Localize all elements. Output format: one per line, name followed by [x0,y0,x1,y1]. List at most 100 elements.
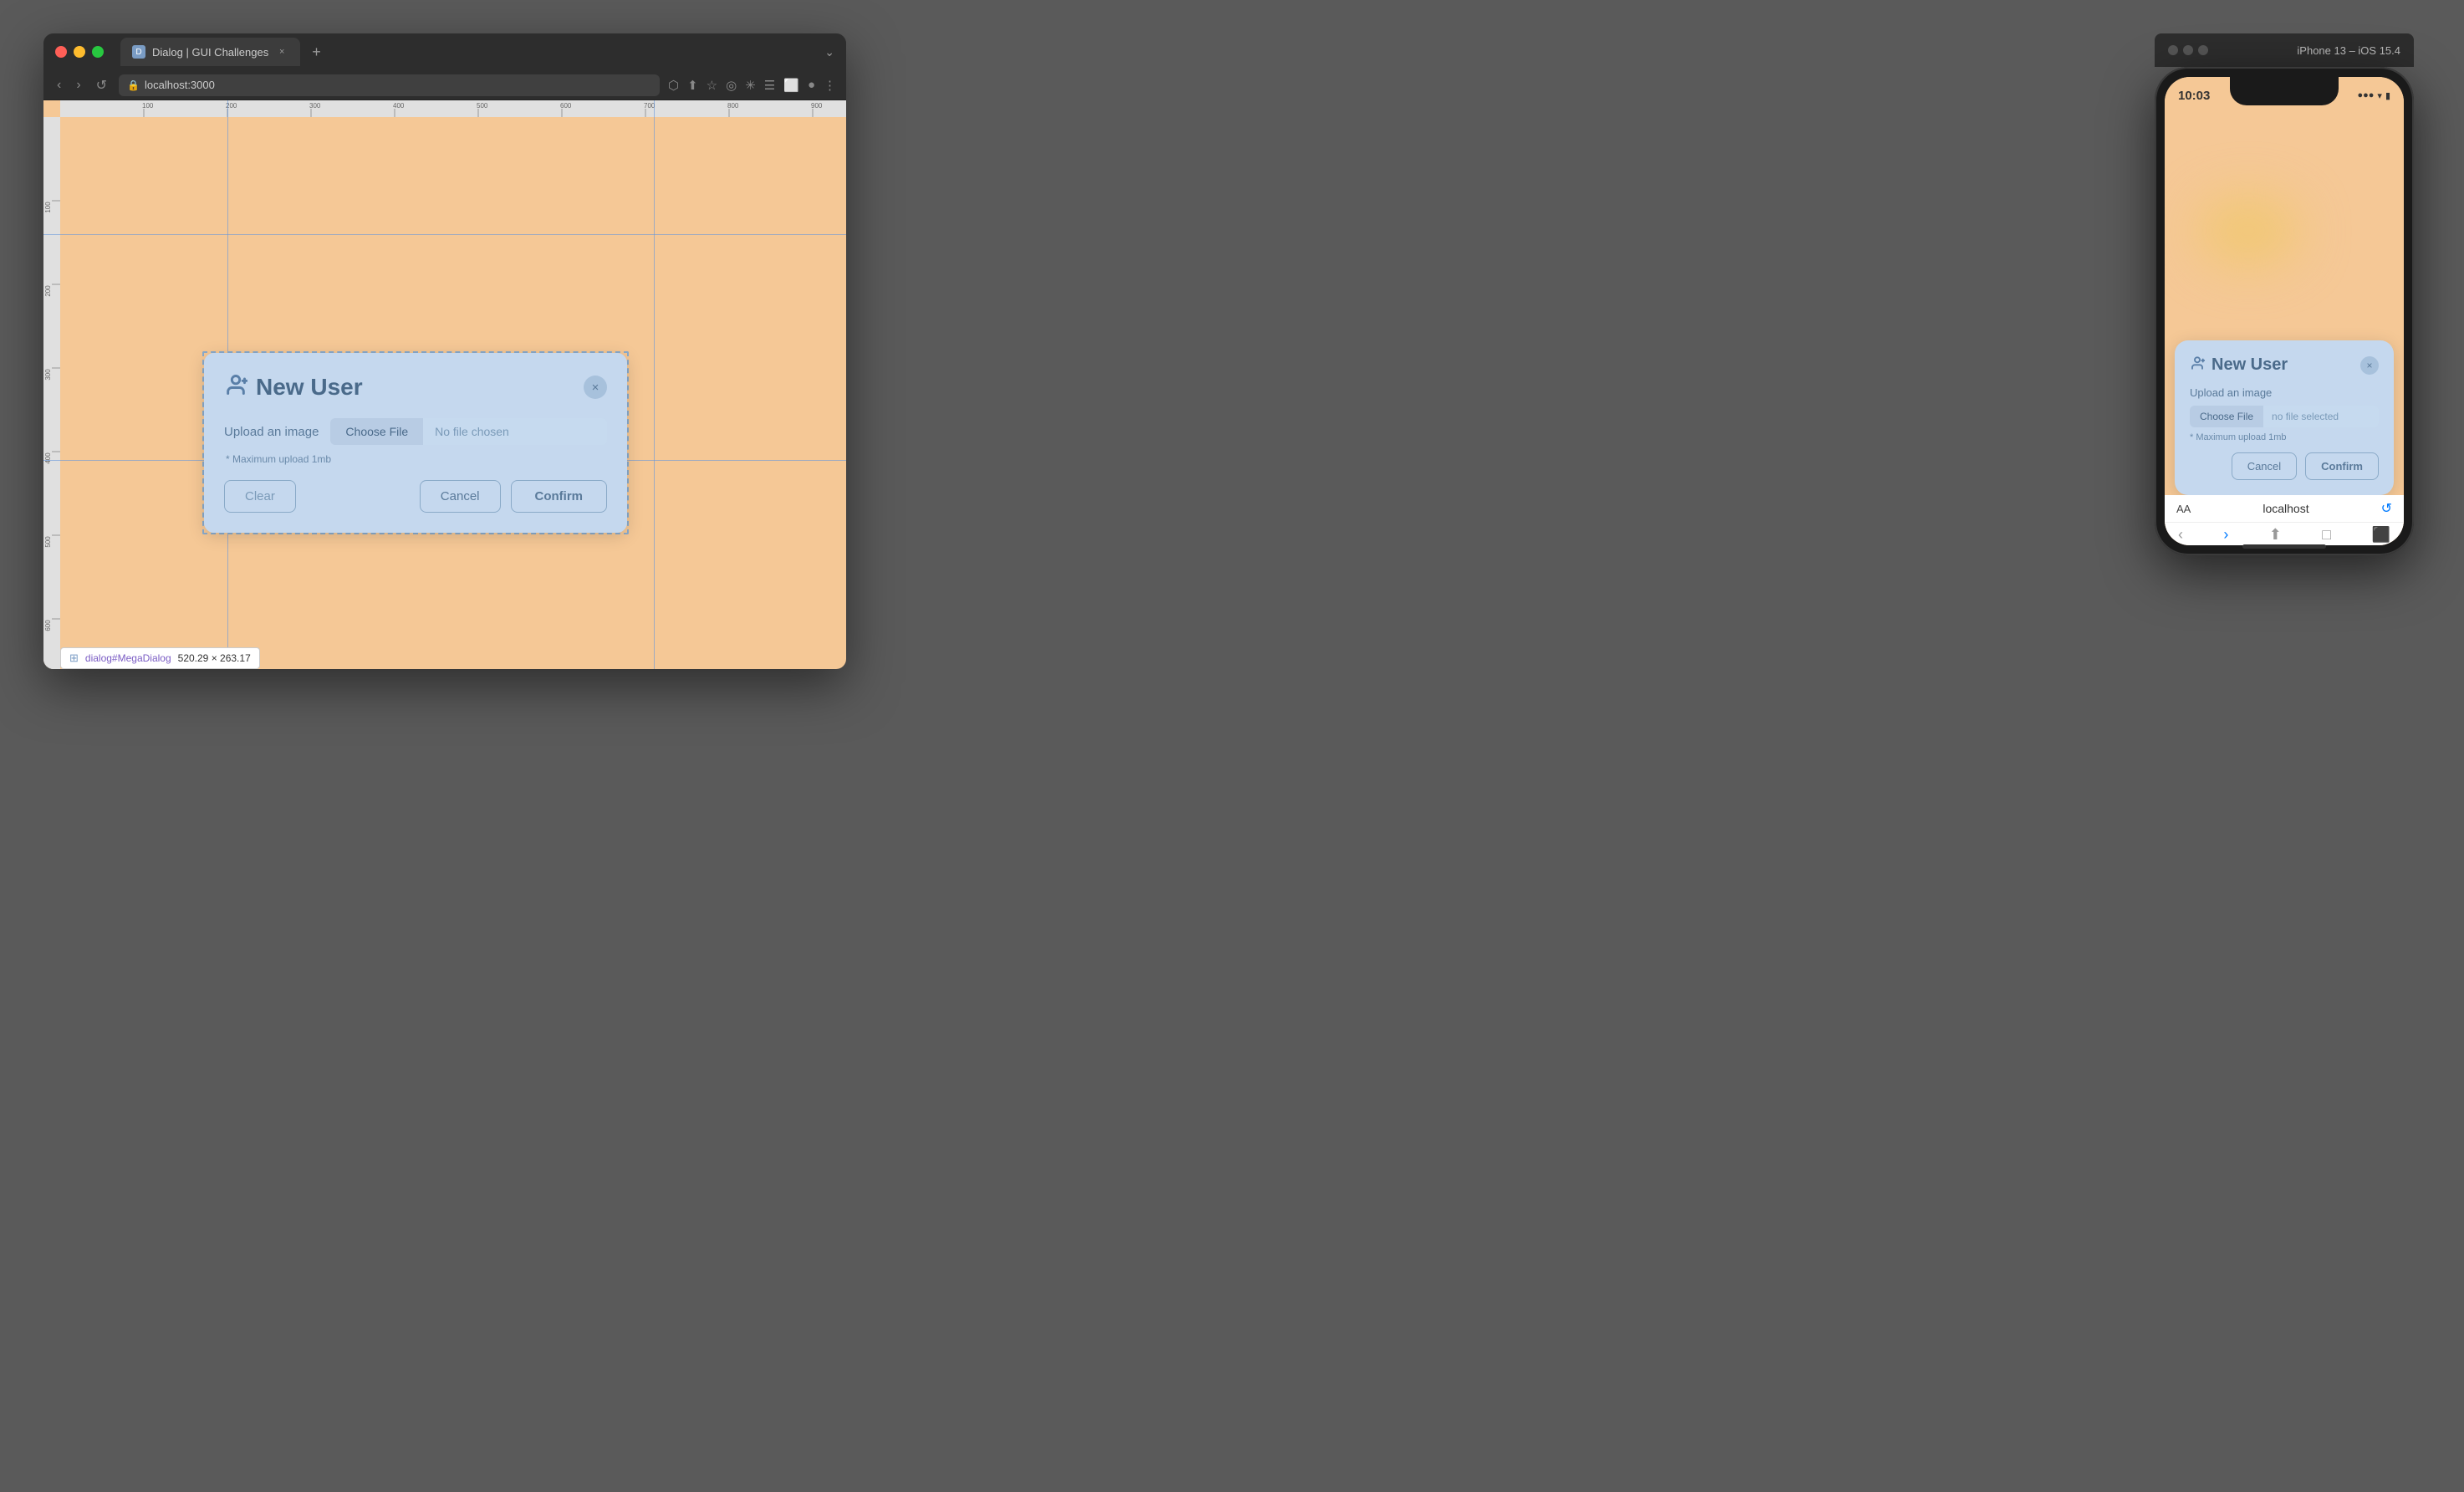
iphone-notch [2230,77,2339,105]
svg-text:500: 500 [477,102,488,110]
confirm-button[interactable]: Confirm [511,480,608,513]
list-icon[interactable]: ☰ [764,78,775,93]
dialog-header: New User × [224,373,607,401]
tab-close-button[interactable]: × [275,45,288,59]
svg-text:100: 100 [142,102,154,110]
iphone-upload-label: Upload an image [2190,386,2379,399]
svg-text:200: 200 [44,285,52,297]
guide-horizontal-top [43,234,846,235]
browser-window: D Dialog | GUI Challenges × + ⌄ ‹ › ↺ 🔒 … [43,33,846,669]
svg-text:600: 600 [560,102,572,110]
iphone-back-button[interactable]: ‹ [2178,526,2183,544]
iphone-user-add-icon [2190,355,2205,375]
iphone-file-input-group: Choose File no file selected [2190,406,2379,427]
dialog-body: Upload an image Choose File No file chos… [224,418,607,465]
svg-text:600: 600 [44,620,52,631]
svg-text:500: 500 [44,536,52,548]
toolbar-icons: ⬡ ⬆ ☆ ◎ ✳ ☰ ⬜ ● ⋮ [668,78,836,93]
iphone-choose-file-button[interactable]: Choose File [2190,406,2263,427]
choose-file-button[interactable]: Choose File [330,418,423,445]
browser-tab[interactable]: D Dialog | GUI Challenges × [120,38,300,66]
svg-text:900: 900 [811,102,823,110]
iphone-container: iPhone 13 – iOS 15.4 10:03 ●●● ▾ ▮ [2155,33,2414,636]
svg-text:400: 400 [393,102,405,110]
iphone-titlebar: iPhone 13 – iOS 15.4 [2155,33,2414,67]
dialog-footer: Clear Cancel Confirm [224,480,607,513]
iphone-tabs-button[interactable]: ⬛ [2372,526,2390,544]
dialog-box: New User × Upload an image Choose File N… [204,353,627,533]
svg-text:200: 200 [226,102,237,110]
external-link-icon[interactable]: ⬡ [668,78,679,93]
iphone-tl-1 [2168,45,2178,55]
window-icon[interactable]: ⬜ [783,78,799,93]
more-icon[interactable]: ⋮ [824,78,836,93]
traffic-light-yellow[interactable] [74,46,85,58]
iphone-bottom-bar: AA localhost ↺ ‹ › ⬆ □ ⬛ [2165,495,2404,545]
puzzle-icon[interactable]: ✳ [745,78,756,93]
iphone-forward-button[interactable]: › [2223,526,2228,544]
iphone-nav-row: ‹ › ⬆ □ ⬛ [2165,523,2404,545]
iphone-dialog-close-button[interactable]: × [2360,356,2379,375]
file-input-group: Choose File No file chosen [330,418,607,445]
reload-button[interactable]: ↺ [93,75,110,95]
iphone-dialog: New User × Upload an image Choose File n… [2175,340,2394,495]
lock-icon: 🔒 [127,79,140,91]
browser-addressbar: ‹ › ↺ 🔒 localhost:3000 ⬡ ⬆ ☆ ◎ ✳ ☰ ⬜ ● ⋮ [43,70,846,100]
user-add-icon [224,373,247,401]
iphone-dialog-title: New User [2211,355,2288,375]
iphone-cancel-button[interactable]: Cancel [2232,452,2297,480]
forward-button[interactable]: › [73,76,84,95]
tab-expand-icon[interactable]: ⌄ [824,45,834,59]
shield-icon[interactable]: ◎ [726,78,737,93]
ruler-horizontal: 100 200 300 400 500 600 700 800 900 [60,100,846,117]
traffic-lights [55,46,104,58]
no-file-text: No file chosen [423,418,607,445]
iphone-signal-icon: ●●● [2357,90,2374,100]
iphone-bookmarks-button[interactable]: □ [2322,526,2331,544]
iphone-screen: 10:03 ●●● ▾ ▮ [2165,77,2404,545]
iphone-wifi-icon: ▾ [2377,90,2382,101]
iphone-tl-2 [2183,45,2193,55]
selector-icon: ⊞ [69,651,79,665]
iphone-time: 10:03 [2178,89,2210,103]
upload-label: Upload an image [224,425,319,439]
iphone-frame: 10:03 ●●● ▾ ▮ [2155,67,2414,555]
iphone-dialog-footer: Cancel Confirm [2190,452,2379,480]
iphone-blur-element [2198,197,2298,264]
dimensions-text: 520.29 × 263.17 [178,652,251,664]
iphone-max-upload-note: * Maximum upload 1mb [2190,432,2379,442]
iphone-share-button[interactable]: ⬆ [2269,526,2282,544]
iphone-url-text: localhost [2199,502,2372,515]
selector-text: dialog#MegaDialog [85,652,171,664]
iphone-dialog-header: New User × [2190,355,2379,375]
tab-title: Dialog | GUI Challenges [152,46,268,59]
dialog-close-button[interactable]: × [584,376,607,399]
svg-text:100: 100 [44,202,52,213]
iphone-confirm-button[interactable]: Confirm [2305,452,2379,480]
cast-icon[interactable]: ● [808,78,815,92]
iphone-battery-icon: ▮ [2385,90,2390,101]
url-text: localhost:3000 [145,79,215,91]
iphone-no-file-text: no file selected [2263,406,2347,427]
guide-vertical-right [654,100,655,669]
iphone-aa-button[interactable]: AA [2176,503,2191,515]
iphone-reload-button[interactable]: ↺ [2381,500,2392,517]
svg-text:300: 300 [309,102,321,110]
iphone-dialog-title-group: New User [2190,355,2288,375]
traffic-light-red[interactable] [55,46,67,58]
svg-text:400: 400 [44,452,52,464]
cancel-button[interactable]: Cancel [420,480,501,513]
iphone-home-indicator [2242,544,2326,549]
upload-row: Upload an image Choose File No file chos… [224,418,607,445]
traffic-light-green[interactable] [92,46,104,58]
iphone-tl-3 [2198,45,2208,55]
max-upload-note: * Maximum upload 1mb [226,453,607,465]
back-button[interactable]: ‹ [54,76,64,95]
tab-favicon: D [132,45,145,59]
address-bar[interactable]: 🔒 localhost:3000 [119,74,660,96]
clear-button[interactable]: Clear [224,480,296,513]
bookmark-icon[interactable]: ☆ [707,78,717,93]
svg-text:700: 700 [644,102,656,110]
share-icon[interactable]: ⬆ [687,78,698,93]
tab-add-button[interactable]: + [312,43,321,61]
